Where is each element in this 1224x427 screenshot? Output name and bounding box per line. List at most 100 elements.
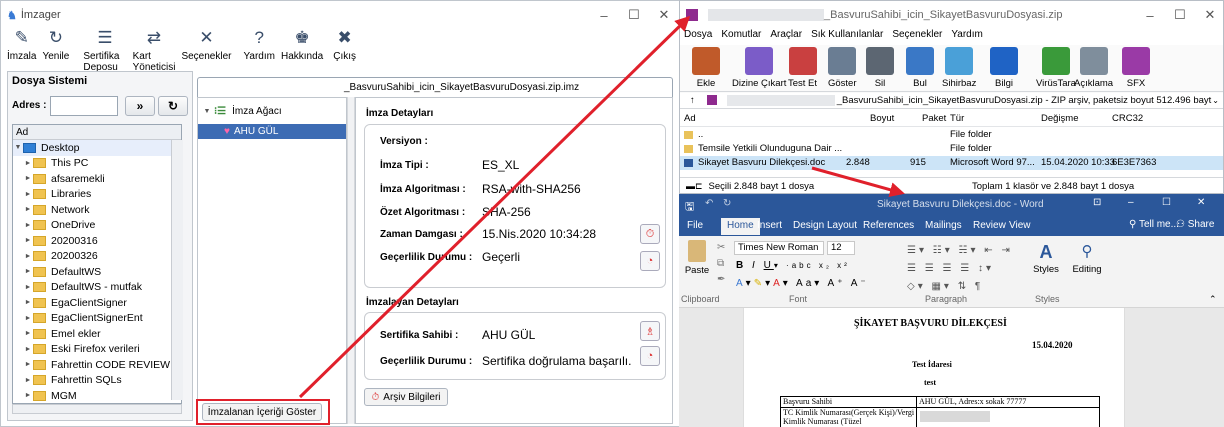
- word-titlebar[interactable]: 🖫 ↶ ↻ Sikayet Basvuru Dilekçesi.doc - Wo…: [679, 194, 1224, 216]
- word-maximize-button[interactable]: ☐: [1162, 197, 1171, 208]
- expand-icon[interactable]: ►: [23, 268, 33, 275]
- tree-item[interactable]: ► Fahrettin CODE REVIEW: [13, 357, 181, 373]
- font-name-select[interactable]: Times New Roman: [734, 241, 824, 255]
- expand-icon[interactable]: ►: [23, 299, 33, 306]
- ribbon-tab[interactable]: Home: [721, 218, 760, 235]
- expand-icon[interactable]: ►: [23, 361, 33, 368]
- path-dropdown-icon[interactable]: ⌄: [1212, 96, 1219, 105]
- collapse-ribbon-icon[interactable]: ⌃: [1209, 294, 1217, 305]
- tell-me-box[interactable]: ⚲ Tell me...: [1129, 219, 1179, 230]
- save-icon[interactable]: 🖫: [685, 198, 694, 217]
- about-button[interactable]: ♚ Hakkında: [281, 27, 323, 62]
- table-row[interactable]: Sikayet Basvuru Dilekçesi.doc 2.848 915 Mic…: [680, 156, 1223, 170]
- tree-item[interactable]: ► afsaremekli: [13, 171, 181, 187]
- tree-item[interactable]: ► Fahrettin SQLs: [13, 373, 181, 389]
- expand-icon[interactable]: ►: [23, 237, 33, 244]
- column-header[interactable]: Ad: [684, 113, 696, 124]
- help-button[interactable]: ? Yardım: [243, 27, 275, 62]
- menu-item[interactable]: Komutlar: [721, 29, 761, 45]
- editing-button[interactable]: ⚲ Editing: [1067, 240, 1107, 275]
- tree-item[interactable]: ► 20200316: [13, 233, 181, 249]
- delete-button[interactable]: Sil: [866, 47, 894, 89]
- menu-item[interactable]: Yardım: [951, 29, 983, 45]
- expand-icon[interactable]: ►: [23, 222, 33, 229]
- comment-button[interactable]: Açıklama: [1074, 47, 1113, 89]
- expand-icon[interactable]: ►: [23, 315, 33, 322]
- sign-button[interactable]: ✎ İmzala: [7, 27, 36, 62]
- wizard-button[interactable]: Sihirbaz: [942, 47, 976, 89]
- timestamp-button[interactable]: ⏱: [640, 224, 660, 244]
- archive-info-button[interactable]: ⏱ Arşiv Bilgileri: [364, 388, 448, 406]
- menu-item[interactable]: Sık Kullanılanlar: [811, 29, 883, 45]
- refresh-button[interactable]: ↻ Yenile: [42, 27, 69, 62]
- winrar-close-button[interactable]: ✕: [1195, 1, 1223, 29]
- column-header[interactable]: Değişme: [1041, 113, 1079, 124]
- styles-button[interactable]: A Styles: [1029, 240, 1063, 275]
- validity-button[interactable]: ◔: [640, 251, 660, 271]
- document-tab[interactable]: _BasvuruSahibi_icin_SikayetBasvuruDosyas…: [197, 77, 673, 97]
- bold-button[interactable]: B: [736, 260, 746, 271]
- italic-button[interactable]: I: [752, 260, 758, 271]
- font-color-icon[interactable]: A: [773, 278, 783, 289]
- expand-icon[interactable]: ►: [23, 284, 33, 291]
- minimize-button[interactable]: –: [589, 1, 619, 29]
- options-button[interactable]: ✕ Seçenekler: [181, 27, 231, 62]
- redo-icon[interactable]: ↻: [723, 198, 731, 209]
- expand-icon[interactable]: ►: [23, 377, 33, 384]
- ribbon-tab[interactable]: File: [687, 220, 703, 231]
- table-row[interactable]: .. File folder: [680, 128, 1223, 142]
- tree-item[interactable]: ► OneDrive: [13, 218, 181, 234]
- ribbon-tab[interactable]: Review: [973, 220, 1006, 231]
- certificate-validity-button[interactable]: ◔: [640, 346, 660, 366]
- expand-icon[interactable]: ►: [23, 191, 33, 198]
- underline-button[interactable]: U: [764, 260, 774, 271]
- tree-item[interactable]: ► DefaultWS - mutfak: [13, 280, 181, 296]
- maximize-button[interactable]: ☐: [619, 1, 649, 29]
- info-button[interactable]: Bilgi: [990, 47, 1018, 89]
- exit-button[interactable]: ✖ Çıkış: [333, 27, 356, 62]
- collapse-icon[interactable]: ▼: [13, 144, 23, 151]
- tree-scrollbar[interactable]: [171, 140, 183, 400]
- column-header[interactable]: Boyut: [870, 113, 894, 124]
- highlight-icon[interactable]: ✎: [754, 278, 765, 289]
- view-button[interactable]: Göster: [828, 47, 857, 89]
- ribbon-tab[interactable]: View: [1009, 220, 1031, 231]
- font-color-row[interactable]: A▾✎▾A▾ Aa▾ A⁺ A⁻: [736, 278, 869, 289]
- test-button[interactable]: Test Et: [788, 47, 817, 89]
- undo-icon[interactable]: ↶: [705, 198, 713, 209]
- certificate-store-button[interactable]: ☰ Sertifika Deposu: [83, 27, 126, 73]
- paragraph-icons[interactable]: ☰▾ ☷▾ ☵▾ ⇤ ⇥ ☰ ☰ ☰ ☰ ↕▾ ◇▾ ▦▾ ⇅ ¶: [907, 242, 1013, 296]
- paste-button[interactable]: Paste: [682, 240, 712, 276]
- refresh-address-button[interactable]: ↻: [158, 96, 188, 116]
- virus-scan-button[interactable]: VirüsTara: [1036, 47, 1076, 89]
- expand-icon[interactable]: ►: [23, 175, 33, 182]
- winrar-maximize-button[interactable]: ☐: [1165, 1, 1195, 29]
- expand-icon[interactable]: ►: [23, 160, 33, 167]
- find-button[interactable]: Bul: [906, 47, 934, 89]
- ekle-button[interactable]: Ekle: [692, 47, 720, 89]
- ribbon-tab[interactable]: Layout: [827, 220, 857, 231]
- tree-item[interactable]: ► 20200326: [13, 249, 181, 265]
- tree-item[interactable]: ► EgaClientSignerEnt: [13, 311, 181, 327]
- splitter[interactable]: [347, 97, 355, 424]
- go-button[interactable]: »: [125, 96, 155, 116]
- word-minimize-button[interactable]: –: [1128, 197, 1134, 208]
- expand-icon[interactable]: ►: [23, 346, 33, 353]
- sfx-button[interactable]: SFX: [1122, 47, 1150, 89]
- horizontal-scrollbar[interactable]: [12, 404, 182, 414]
- column-header[interactable]: Paket: [922, 113, 946, 124]
- ribbon-tab[interactable]: Insert: [757, 220, 782, 231]
- tree-item[interactable]: ► Emel ekler: [13, 326, 181, 342]
- card-manager-button[interactable]: ⇄ Kart Yöneticisi: [133, 27, 176, 73]
- winrar-minimize-button[interactable]: –: [1135, 1, 1165, 29]
- table-row[interactable]: Temsile Yetkili Olunduguna Dair ... File …: [680, 142, 1223, 156]
- tree-item[interactable]: ► DefaultWS: [13, 264, 181, 280]
- expand-icon[interactable]: ►: [23, 392, 33, 399]
- share-button[interactable]: ⚇ Share: [1176, 219, 1214, 230]
- up-arrow-icon[interactable]: ↑: [690, 95, 695, 106]
- expand-icon[interactable]: ►: [23, 253, 33, 260]
- more-format-icons[interactable]: ▾ ·abc x₂ x²: [774, 261, 850, 270]
- copy-icon[interactable]: ⧉: [717, 258, 724, 269]
- ribbon-tab[interactable]: Design: [793, 220, 824, 231]
- tree-item[interactable]: ► MGM: [13, 388, 181, 404]
